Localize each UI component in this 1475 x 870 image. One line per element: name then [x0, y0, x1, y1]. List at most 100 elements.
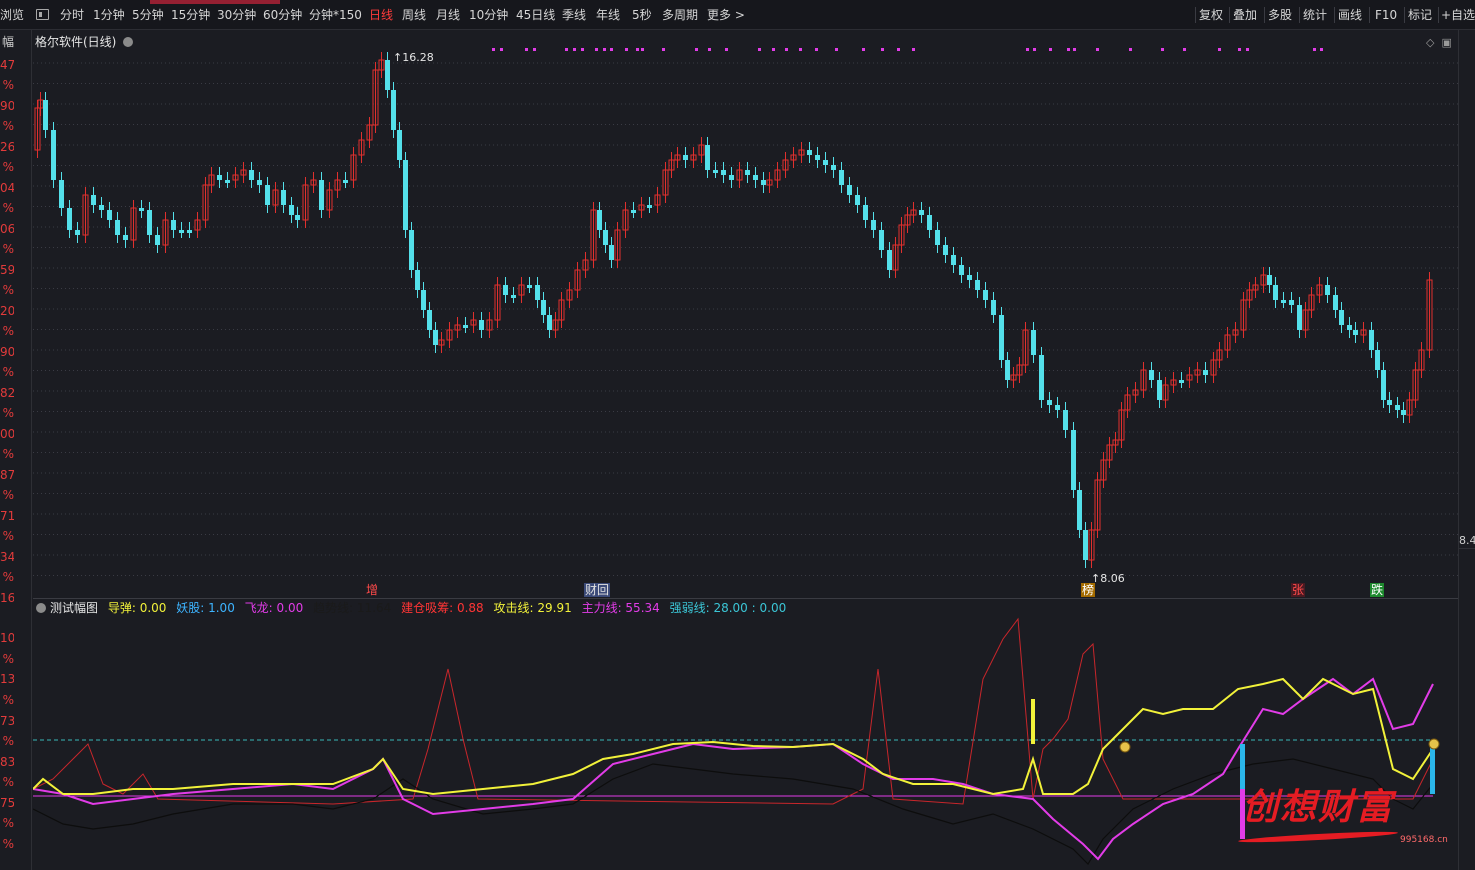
add-watchlist-button[interactable]: +自选	[1441, 6, 1475, 24]
period-tab-10min[interactable]: 10分钟	[469, 6, 508, 24]
candle-body	[919, 210, 924, 215]
candle-body	[123, 235, 128, 240]
axis-label: %	[2, 693, 14, 707]
event-marker-die[interactable]: 跌	[1370, 583, 1385, 597]
candle-body	[815, 155, 820, 160]
toolbar-separator	[1369, 7, 1370, 23]
axis-label: %	[2, 570, 14, 584]
chart-settings-icon[interactable]	[123, 37, 133, 47]
period-tab-60min[interactable]: 60分钟	[263, 6, 302, 24]
axis-label: 06	[0, 222, 14, 236]
candle-body	[295, 215, 300, 220]
axis-label: 10	[0, 631, 14, 645]
candle-body	[879, 230, 884, 250]
signal-dot	[815, 48, 818, 51]
axis-label: 16	[0, 591, 14, 605]
candle-body	[983, 290, 988, 300]
signal-dot	[897, 48, 900, 51]
period-tab-quarterly[interactable]: 季线	[562, 6, 586, 24]
axis-label: %	[2, 488, 14, 502]
multi-stock-button[interactable]: 多股	[1268, 6, 1292, 24]
event-marker-bang[interactable]: 榜	[1081, 583, 1096, 597]
period-tab-yearly[interactable]: 年线	[596, 6, 620, 24]
candle-body	[427, 310, 432, 330]
panel-window-icons[interactable]: ◇ ▣	[1426, 36, 1452, 49]
event-marker-caihui[interactable]: 财回	[584, 583, 611, 597]
more-periods-button[interactable]: 更多 >	[707, 6, 745, 24]
period-tab-monthly[interactable]: 月线	[436, 6, 460, 24]
candle-body	[745, 170, 750, 175]
signal-dot	[500, 48, 503, 51]
main-force-line	[33, 677, 1434, 861]
money-bag-icon	[1119, 741, 1131, 753]
axis-label: %	[2, 837, 14, 851]
candle-body	[115, 220, 120, 235]
chart-title: 格尔软件(日线)	[35, 35, 117, 49]
signal-dot	[881, 48, 884, 51]
candle-body	[761, 180, 766, 185]
period-tab-1min[interactable]: 1分钟	[93, 6, 125, 24]
candle-body	[975, 280, 980, 290]
period-tab-weekly[interactable]: 周线	[402, 6, 426, 24]
right-price-axis	[1458, 30, 1475, 870]
indicator-legend: 测试幅图 导弹: 0.00 妖股: 1.00 飞龙: 0.00 趋势线: 11.…	[36, 601, 792, 615]
legend-daodan: 导弹: 0.00	[107, 601, 167, 615]
candle-body	[257, 180, 262, 185]
signal-dot	[595, 48, 598, 51]
candle-body	[1149, 370, 1154, 380]
candle-body	[991, 300, 996, 315]
axis-label: %	[2, 119, 14, 133]
signal-dot	[1246, 48, 1249, 51]
candle-body	[935, 230, 940, 245]
period-tab-multi[interactable]: 多周期	[662, 6, 698, 24]
event-marker-zeng[interactable]: 增	[365, 583, 379, 597]
axis-label: 87	[0, 468, 14, 482]
signal-dot	[581, 48, 584, 51]
candle-body	[705, 145, 710, 170]
candle-body	[289, 205, 294, 215]
toolbar-separator	[1438, 7, 1439, 23]
mark-button[interactable]: 标记	[1408, 6, 1432, 24]
candle-body	[67, 208, 72, 230]
signal-dot	[610, 48, 613, 51]
f10-button[interactable]: F10	[1375, 6, 1397, 24]
browse-button[interactable]: 浏览	[0, 6, 24, 24]
money-bag-icon	[1428, 738, 1440, 750]
signal-dot	[1183, 48, 1186, 51]
axis-label: %	[2, 775, 14, 789]
legend-feilong: 飞龙: 0.00	[244, 601, 304, 615]
candle-body	[1387, 400, 1392, 405]
period-tab-fenshi[interactable]: 分时	[60, 6, 84, 24]
adjust-button[interactable]: 复权	[1199, 6, 1223, 24]
right-axis-divider	[1458, 548, 1475, 549]
signal-dot	[1129, 48, 1132, 51]
candle-body	[1273, 285, 1278, 300]
toolbar-separator	[1299, 7, 1300, 23]
event-marker-zhang[interactable]: 张	[1291, 583, 1306, 597]
signal-dot	[1096, 48, 1099, 51]
signal-dot	[1161, 48, 1164, 51]
period-tab-45day[interactable]: 45日线	[516, 6, 555, 24]
candle-body	[265, 185, 270, 205]
period-tab-daily[interactable]: 日线	[369, 6, 393, 24]
layout-icon[interactable]	[36, 9, 49, 20]
axis-label: %	[2, 447, 14, 461]
axis-label: 83	[0, 755, 14, 769]
overlay-button[interactable]: 叠加	[1233, 6, 1257, 24]
indicator-settings-icon[interactable]	[36, 603, 46, 613]
legend-trend-line: 趋势线: 11.64	[313, 601, 392, 615]
candle-body	[1333, 295, 1338, 310]
period-tab-30min[interactable]: 30分钟	[217, 6, 256, 24]
right-price-label: 8.4	[1459, 534, 1475, 547]
candlestick-chart[interactable]: ↑16.28 ↑8.06 格尔软件(日线) ◇ ▣ 增 财回 榜 张 跌	[33, 30, 1458, 598]
candle-body	[959, 265, 964, 275]
period-tab-15min[interactable]: 15分钟	[171, 6, 210, 24]
period-tab-5sec[interactable]: 5秒	[632, 6, 652, 24]
axis-label: 47	[0, 58, 14, 72]
signal-dot	[1049, 48, 1052, 51]
period-tab-min150[interactable]: 分钟*150	[309, 6, 362, 24]
period-tab-5min[interactable]: 5分钟	[132, 6, 164, 24]
statistics-button[interactable]: 统计	[1303, 6, 1327, 24]
draw-line-button[interactable]: 画线	[1338, 6, 1362, 24]
indicator-name[interactable]: 测试幅图	[36, 601, 98, 615]
